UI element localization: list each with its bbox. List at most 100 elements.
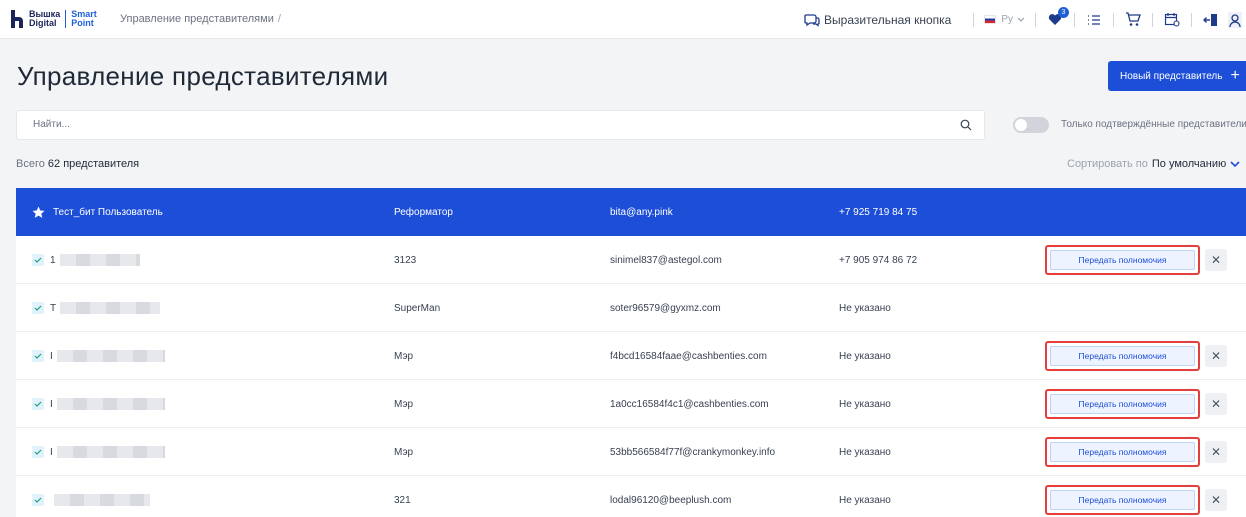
role-cell: Мэр (394, 350, 414, 362)
name-first-char: T (50, 302, 57, 314)
table-row[interactable]: I Мэр f4bcd16584faae@cashbenties.com Не … (16, 332, 1246, 380)
redacted-name (56, 446, 165, 458)
logo-icon (11, 10, 23, 28)
email-cell: soter96579@gyxmz.com (610, 302, 721, 314)
role-cell: 3123 (394, 254, 417, 266)
user-avatar-button[interactable] (1228, 11, 1242, 29)
logo-text-secondary: Smart Point (71, 9, 97, 28)
delegate-authority-button[interactable]: Передать полномочия (1045, 437, 1200, 467)
top-right-toolbar: Выразительная кнопка Ру 3 (804, 0, 1246, 39)
search-input[interactable] (33, 119, 933, 130)
current-user-phone: +7 925 719 84 75 (839, 206, 918, 218)
divider (1035, 12, 1036, 27)
delegate-authority-button[interactable]: Передать полномочия (1045, 341, 1200, 371)
redacted-name (60, 302, 161, 314)
email-cell: lodal96120@beeplush.com (610, 494, 732, 506)
sort-prefix: Сортировать по (1067, 158, 1148, 170)
breadcrumb-item[interactable]: Управление представителями (120, 13, 274, 25)
name-cell: T (32, 284, 161, 332)
confirmed-only-label: Только подтверждённые представители (1061, 119, 1246, 130)
user-avatar-icon (1228, 11, 1242, 28)
cart-icon (1126, 12, 1141, 26)
table-row[interactable]: 1 3123 sinimel837@astegol.com +7 905 974… (16, 236, 1246, 284)
check-icon (32, 494, 44, 506)
email-cell: 1a0cc16584f4c1@cashbenties.com (610, 398, 769, 410)
divider (1074, 12, 1075, 27)
table-row[interactable]: 321 lodal96120@beeplush.com Не указано П… (16, 476, 1246, 517)
delegate-authority-button[interactable]: Передать полномочия (1045, 389, 1200, 419)
check-icon (32, 398, 44, 410)
email-cell: 53bb566584f77f@crankymonkey.info (610, 446, 776, 458)
representatives-table: Тест_бит Пользователь Реформатор bita@an… (16, 188, 1246, 517)
divider (1152, 12, 1153, 27)
calendar-icon (1164, 13, 1180, 27)
favorites-button[interactable]: 3 (1046, 6, 1069, 29)
logout-button[interactable] (1202, 11, 1220, 29)
delegate-authority-button[interactable]: Передать полномочия (1045, 485, 1200, 515)
name-cell: I (32, 428, 165, 476)
close-icon[interactable]: ✕ (1205, 441, 1227, 463)
table-row[interactable]: I Мэр 1a0cc16584f4c1@cashbenties.com Не … (16, 380, 1246, 428)
list-icon (1088, 14, 1100, 25)
logout-icon (1203, 13, 1217, 26)
current-user-name: Тест_бит Пользователь (53, 206, 163, 218)
name-first-char: I (50, 350, 53, 362)
check-icon (32, 350, 44, 362)
cart-button[interactable] (1124, 11, 1142, 29)
chevron-down-icon (1230, 160, 1240, 167)
delegate-authority-button[interactable]: Передать полномочия (1045, 245, 1200, 275)
redacted-name (59, 254, 140, 266)
phone-cell: Не указано (839, 398, 891, 410)
list-button[interactable] (1085, 11, 1103, 29)
sort-value: По умолчанию (1151, 158, 1227, 170)
table-row[interactable]: I Мэр 53bb566584f77f@crankymonkey.info Н… (16, 428, 1246, 476)
breadcrumb: Управление представителями / (120, 13, 281, 25)
close-icon[interactable]: ✕ (1205, 345, 1227, 367)
page-title: Управление представителями (17, 61, 389, 91)
notification-badge: 3 (1058, 6, 1069, 18)
current-user-row[interactable]: Тест_бит Пользователь Реформатор bita@an… (16, 188, 1246, 236)
phone-cell: Не указано (839, 494, 891, 506)
total-count: Всего 62 представителя (16, 158, 139, 170)
redacted-name (56, 398, 165, 410)
chat-bubbles-icon (804, 13, 820, 27)
sort-control[interactable]: Сортировать по По умолчанию (1067, 158, 1240, 170)
language-select[interactable]: Ру (984, 14, 1025, 25)
search-icon[interactable] (960, 119, 972, 131)
close-icon[interactable]: ✕ (1205, 249, 1227, 271)
logo-divider (65, 10, 67, 28)
total-count-value: 62 представителя (47, 158, 140, 170)
phone-cell: Не указано (839, 350, 891, 362)
breadcrumb-separator: / (277, 13, 281, 25)
delegate-authority-label: Передать полномочия (1050, 346, 1195, 366)
star-icon (32, 206, 45, 218)
table-row[interactable]: T SuperMan soter96579@gyxmz.com Не указа… (16, 284, 1246, 332)
redacted-name (56, 350, 165, 362)
name-first-char: I (50, 446, 53, 458)
top-bar: Вышка Digital Smart Point Управление пре… (0, 0, 1246, 39)
divider (973, 12, 975, 27)
name-cell: 1 (32, 236, 140, 284)
delegate-authority-label: Передать полномочия (1050, 442, 1195, 462)
redacted-name (54, 494, 150, 506)
expressive-button[interactable]: Выразительная кнопка (804, 13, 951, 27)
phone-cell: +7 905 974 86 72 (839, 254, 918, 266)
close-icon[interactable]: ✕ (1205, 489, 1227, 511)
close-icon[interactable]: ✕ (1205, 393, 1227, 415)
name-cell: I (32, 380, 165, 428)
chevron-down-icon (1017, 17, 1025, 22)
logo[interactable]: Вышка Digital Smart Point (10, 8, 97, 30)
total-count-prefix: Всего (16, 158, 45, 170)
name-first-char: 1 (50, 254, 56, 266)
phone-cell: Не указано (839, 446, 891, 458)
role-cell: Мэр (394, 446, 414, 458)
role-cell: 321 (394, 494, 411, 506)
flag-ru-icon (984, 15, 997, 24)
email-cell: sinimel837@astegol.com (610, 254, 722, 266)
check-icon (32, 302, 44, 314)
delegate-authority-label: Передать полномочия (1050, 394, 1195, 414)
new-representative-button[interactable]: Новый представитель + (1108, 61, 1246, 91)
check-icon (32, 254, 44, 266)
confirmed-only-toggle[interactable] (1013, 117, 1049, 133)
calendar-button[interactable] (1163, 11, 1181, 29)
